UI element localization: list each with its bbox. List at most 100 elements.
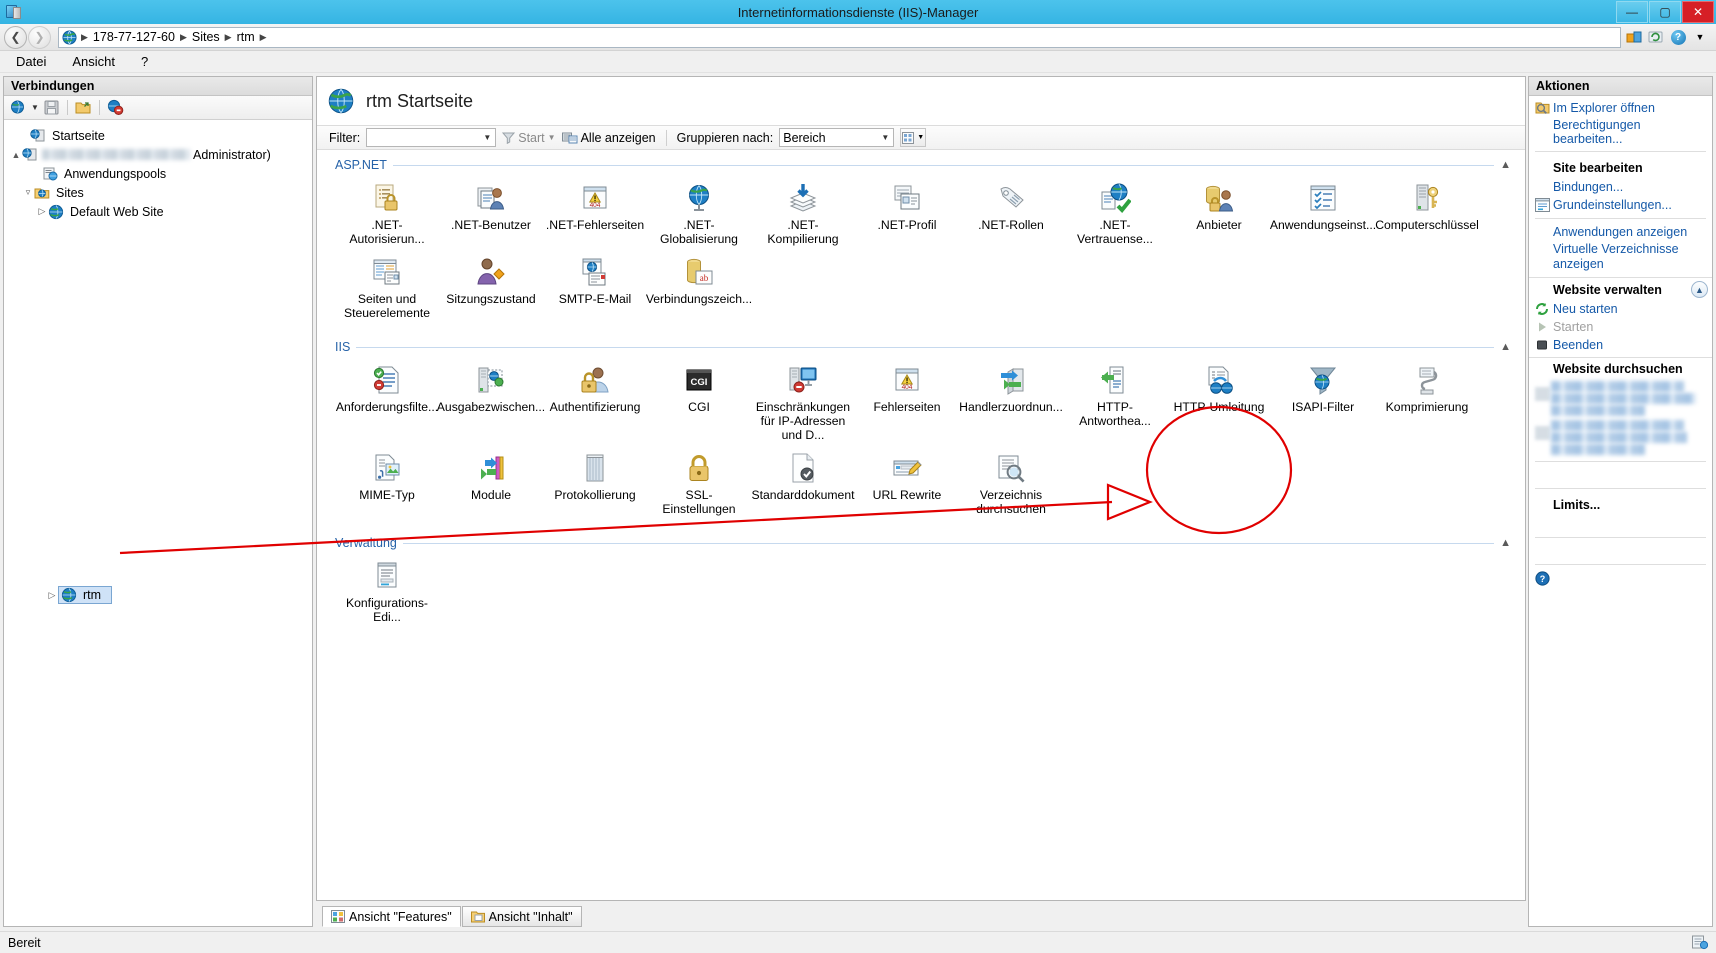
feature-tile[interactable]: Komprimierung bbox=[1375, 360, 1479, 448]
feature-tile[interactable]: .NET-Autorisierun... bbox=[335, 178, 439, 252]
breadcrumb[interactable]: ▶ 178-77-127-60 ▶ Sites ▶ rtm ▶ bbox=[58, 27, 1621, 48]
chevron-up-icon[interactable]: ▲ bbox=[1500, 537, 1511, 549]
group-header: Verwaltung ▲ bbox=[317, 532, 1525, 550]
tree-expander[interactable]: ▲ bbox=[10, 150, 22, 160]
action-basic-settings[interactable]: Grundeinstellungen... bbox=[1529, 196, 1712, 214]
feature-tile[interactable]: CGI CGI bbox=[647, 360, 751, 448]
back-arrow-icon[interactable]: ❮ bbox=[4, 26, 27, 49]
breadcrumb-server[interactable]: 178-77-127-60 bbox=[90, 30, 178, 44]
action-open-in-explorer[interactable]: Im Explorer öffnen bbox=[1529, 99, 1712, 117]
tree-expander[interactable]: ▿ bbox=[22, 187, 34, 198]
feature-tile-url-rewrite[interactable]: URL Rewrite bbox=[855, 448, 959, 522]
action-view-applications[interactable]: Anwendungen anzeigen bbox=[1529, 223, 1712, 241]
menu-ansicht[interactable]: Ansicht bbox=[68, 53, 119, 70]
action-stop[interactable]: Beenden bbox=[1529, 336, 1712, 354]
tree-item-anwendungspools[interactable]: Anwendungspools bbox=[4, 164, 312, 183]
tree-item-server[interactable]: ▲ Administrator) bbox=[4, 145, 312, 164]
feature-tile[interactable]: Konfigurations-Edi... bbox=[335, 556, 439, 630]
open-folder-icon[interactable] bbox=[74, 98, 93, 117]
feature-tile[interactable]: ab Verbindungszeich... bbox=[647, 252, 751, 326]
view-mode-button[interactable]: ▼ bbox=[900, 128, 926, 147]
action-restart[interactable]: Neu starten bbox=[1529, 300, 1712, 318]
show-all-button[interactable]: Alle anzeigen bbox=[562, 131, 656, 145]
tree-item-rtm-floating[interactable]: ▷ rtm bbox=[46, 586, 112, 604]
chevron-down-icon[interactable]: ▼ bbox=[917, 134, 924, 141]
tree-item-rtm-selected[interactable]: rtm bbox=[58, 586, 112, 604]
feature-tile[interactable]: 404 Fehlerseiten bbox=[855, 360, 959, 448]
action-bindings[interactable]: Bindungen... bbox=[1529, 178, 1712, 196]
forward-arrow-icon[interactable]: ❯ bbox=[28, 26, 51, 49]
feature-tile[interactable]: Verzeichnis durchsuchen bbox=[959, 448, 1063, 522]
action-label: Im Explorer öffnen bbox=[1551, 101, 1655, 115]
action-edit-permissions[interactable]: Berechtigungen bearbeiten... bbox=[1529, 117, 1712, 147]
group-label: ASP.NET bbox=[335, 158, 387, 172]
feature-tile[interactable]: Anwendungseinst... bbox=[1271, 178, 1375, 252]
feature-tile[interactable]: HTTP-Umleitung bbox=[1167, 360, 1271, 448]
maximize-button[interactable]: ▢ bbox=[1649, 1, 1681, 23]
feature-tile[interactable]: Anbieter bbox=[1167, 178, 1271, 252]
feature-tile[interactable]: Standarddokument bbox=[751, 448, 855, 522]
action-advanced-settings[interactable] bbox=[1529, 466, 1712, 484]
feature-tile[interactable]: .NET-Benutzer bbox=[439, 178, 543, 252]
chevron-up-icon[interactable]: ▲ bbox=[1500, 341, 1511, 353]
stop-icon bbox=[1533, 337, 1551, 353]
disconnect-icon[interactable] bbox=[106, 98, 125, 117]
chevron-up-icon[interactable]: ▲ bbox=[1691, 281, 1708, 298]
feature-tile[interactable]: .NET-Vertrauense... bbox=[1063, 178, 1167, 252]
feature-tile[interactable]: SSL-Einstellungen bbox=[647, 448, 751, 522]
feature-tile[interactable]: HTTP-Antworthea... bbox=[1063, 360, 1167, 448]
action-limits[interactable] bbox=[1529, 515, 1712, 533]
connect-to-chevron-icon[interactable]: ▼ bbox=[31, 103, 39, 112]
breadcrumb-site[interactable]: rtm bbox=[234, 30, 258, 44]
feature-tile[interactable]: Computerschlüssel bbox=[1375, 178, 1479, 252]
tab-content-view[interactable]: Ansicht "Inhalt" bbox=[462, 906, 582, 927]
feature-tile[interactable]: Authentifizierung bbox=[543, 360, 647, 448]
action-add-ftp-publishing[interactable] bbox=[1529, 542, 1712, 560]
help-icon[interactable]: ? bbox=[1669, 29, 1687, 46]
menu-help[interactable]: ? bbox=[137, 53, 152, 70]
connect-to-icon[interactable] bbox=[9, 98, 28, 117]
tile-label: HTTP-Umleitung bbox=[1174, 400, 1265, 414]
feature-tile[interactable]: Anforderungsfilte... bbox=[335, 360, 439, 448]
feature-tile[interactable]: Module bbox=[439, 448, 543, 522]
feature-tile[interactable]: Einschränkungen für IP-Adressen und D... bbox=[751, 360, 855, 448]
menu-datei[interactable]: Datei bbox=[12, 53, 50, 70]
tree-item-sites[interactable]: ▿ Sites bbox=[4, 183, 312, 202]
action-view-virtual-directories[interactable]: Virtuelle Verzeichnisse anzeigen bbox=[1529, 241, 1712, 273]
refresh-icon[interactable] bbox=[1647, 29, 1665, 46]
action-browse-binding[interactable] bbox=[1529, 418, 1712, 457]
feature-tile[interactable]: .NET-Rollen bbox=[959, 178, 1063, 252]
feature-tile[interactable]: ISAPI-Filter bbox=[1271, 360, 1375, 448]
chevron-down-icon[interactable]: ▼ bbox=[483, 133, 495, 142]
home-icon[interactable] bbox=[1625, 29, 1643, 46]
go-button[interactable]: Start ▼ bbox=[502, 131, 555, 145]
tree-item-default-web-site[interactable]: ▷ Default Web Site bbox=[4, 202, 312, 221]
feature-tile[interactable]: Ausgabezwischen... bbox=[439, 360, 543, 448]
feature-tile[interactable]: .NET-Profil bbox=[855, 178, 959, 252]
breadcrumb-sites[interactable]: Sites bbox=[189, 30, 223, 44]
tree-expander[interactable]: ▷ bbox=[36, 206, 48, 217]
close-button[interactable]: ✕ bbox=[1682, 1, 1714, 23]
feature-tile[interactable]: .NET-Kompilierung bbox=[751, 178, 855, 252]
tree-item-startseite[interactable]: Startseite bbox=[4, 126, 312, 145]
feature-tile[interactable]: Handlerzuordnun... bbox=[959, 360, 1063, 448]
tree-expander[interactable]: ▷ bbox=[46, 590, 58, 601]
chevron-down-icon[interactable]: ▼ bbox=[1691, 29, 1709, 46]
chevron-up-icon[interactable]: ▲ bbox=[1500, 159, 1511, 171]
save-icon[interactable] bbox=[42, 98, 61, 117]
action-browse-binding[interactable] bbox=[1529, 379, 1712, 418]
feature-tile[interactable]: SMTP-E-Mail bbox=[543, 252, 647, 326]
tab-features-view[interactable]: Ansicht "Features" bbox=[322, 906, 461, 927]
group-by-select[interactable]: Bereich ▼ bbox=[779, 128, 894, 147]
action-help[interactable]: ? bbox=[1529, 569, 1712, 587]
feature-tile[interactable]: MIME-Typ bbox=[335, 448, 439, 522]
feature-tile[interactable]: 404 .NET-Fehlerseiten bbox=[543, 178, 647, 252]
feature-tile[interactable]: Seiten und Steuerelemente bbox=[335, 252, 439, 326]
feature-tile[interactable]: Protokollierung bbox=[543, 448, 647, 522]
filter-input[interactable]: ▼ bbox=[366, 128, 496, 147]
feature-tile[interactable]: .NET-Globalisierung bbox=[647, 178, 751, 252]
feature-tile[interactable]: Sitzungszustand bbox=[439, 252, 543, 326]
chevron-down-icon[interactable]: ▼ bbox=[881, 133, 893, 142]
chevron-down-icon[interactable]: ▼ bbox=[548, 133, 556, 142]
minimize-button[interactable]: — bbox=[1616, 1, 1648, 23]
